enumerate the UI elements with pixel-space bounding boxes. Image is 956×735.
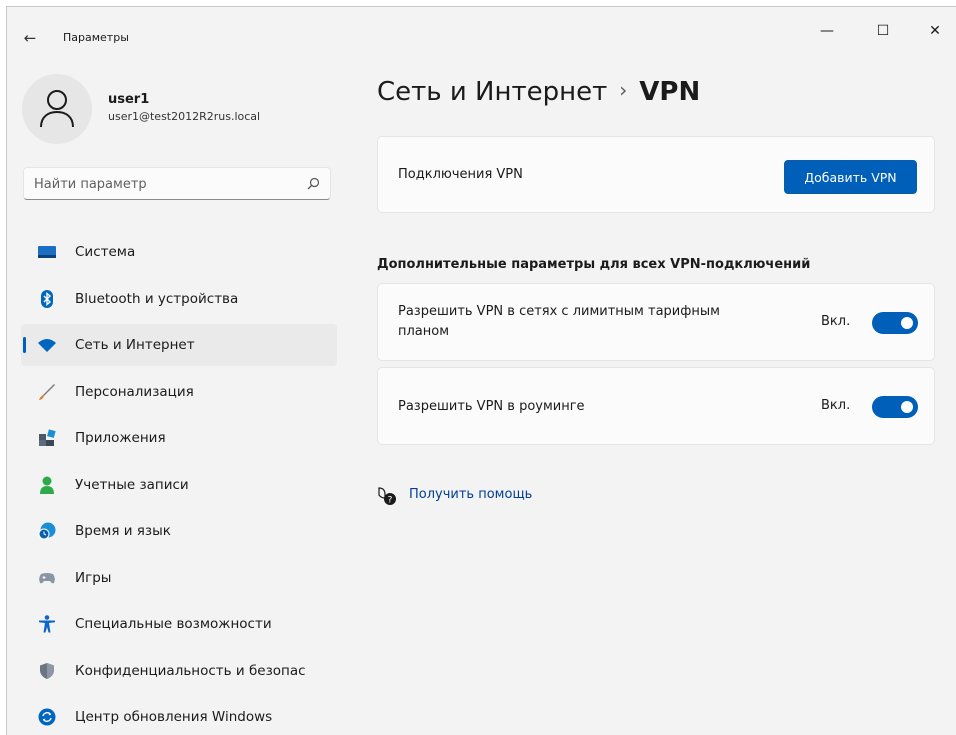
section-title: Дополнительные параметры для всех VPN-по…: [377, 257, 811, 272]
search-icon[interactable]: [307, 177, 320, 190]
sidebar-item-label: Учетные записи: [75, 476, 189, 493]
update-icon: [38, 708, 56, 726]
user-profile[interactable]: user1 user1@test2012R2rus.local: [22, 74, 322, 144]
globe-clock-icon: [38, 522, 56, 540]
apps-icon: [39, 429, 56, 446]
sidebar-item-gaming[interactable]: Игры: [21, 557, 337, 599]
breadcrumb-separator: ›: [619, 78, 628, 102]
maximize-button[interactable]: ☐: [863, 17, 903, 45]
sidebar-item-accessibility[interactable]: Специальные возможности: [21, 603, 337, 645]
search-box[interactable]: [23, 167, 331, 200]
active-indicator: [23, 337, 26, 353]
sidebar-item-apps[interactable]: Приложения: [21, 417, 337, 459]
sidebar-item-label: Время и язык: [75, 523, 171, 539]
roaming-vpn-label: Разрешить VPN в роуминге: [398, 399, 585, 414]
breadcrumb: Сеть и Интернет › VPN: [377, 77, 700, 107]
shield-icon: [40, 662, 54, 679]
get-help-label: Получить помощь: [409, 487, 533, 502]
app-title: Параметры: [63, 31, 129, 44]
page-title: VPN: [639, 77, 701, 107]
metered-vpn-label: Разрешить VPN в сетях с лимитным тарифны…: [398, 304, 720, 339]
sidebar-item-system[interactable]: Система: [21, 231, 337, 273]
person-icon: [40, 476, 54, 494]
close-button[interactable]: ✕: [915, 17, 955, 45]
sidebar-item-windows-update[interactable]: Центр обновления Windows: [21, 696, 337, 735]
roaming-vpn-toggle[interactable]: [872, 396, 918, 418]
sidebar-item-label: Персонализация: [75, 383, 194, 400]
sidebar-item-label: Сеть и Интернет: [75, 337, 195, 353]
metered-vpn-toggle[interactable]: [872, 312, 918, 334]
vpn-connections-label: Подключения VPN: [398, 167, 523, 182]
sidebar-item-bluetooth[interactable]: Bluetooth и устройства: [21, 278, 337, 320]
brush-icon: [39, 383, 55, 400]
roaming-vpn-card: Разрешить VPN в роуминге Вкл.: [377, 367, 935, 445]
gamepad-icon: [39, 572, 55, 583]
wifi-icon: [38, 339, 56, 352]
sidebar-item-label: Центр обновления Windows: [75, 709, 273, 725]
sidebar-item-label: Приложения: [75, 430, 166, 446]
accessibility-icon: [39, 615, 55, 633]
user-name: user1: [108, 92, 150, 107]
minimize-button[interactable]: —: [807, 17, 847, 45]
sidebar-item-privacy[interactable]: Конфиденциальность и безопас: [21, 650, 337, 692]
toggle-knob: [901, 401, 913, 413]
breadcrumb-parent[interactable]: Сеть и Интернет: [377, 77, 607, 107]
toggle-knob: [901, 317, 913, 329]
sidebar-item-network[interactable]: Сеть и Интернет: [21, 324, 337, 366]
metered-vpn-state: Вкл.: [821, 314, 851, 329]
svg-text:?: ?: [388, 496, 393, 506]
help-chat-icon: ?: [378, 487, 396, 506]
sidebar-item-time-language[interactable]: Время и язык: [21, 510, 337, 552]
vpn-connections-card: Подключения VPN Добавить VPN: [377, 136, 935, 213]
back-arrow-icon[interactable]: ←: [19, 27, 41, 49]
person-icon: [40, 90, 74, 128]
bluetooth-icon: [41, 289, 53, 308]
roaming-vpn-state: Вкл.: [821, 398, 851, 413]
sidebar-item-accounts[interactable]: Учетные записи: [21, 464, 337, 506]
monitor-icon: [38, 246, 56, 258]
sidebar-item-label: Bluetooth и устройства: [75, 290, 239, 307]
sidebar-item-personalization[interactable]: Персонализация: [21, 371, 337, 413]
metered-vpn-card: Разрешить VPN в сетях с лимитным тарифны…: [377, 283, 935, 361]
settings-window: ← Параметры — ☐ ✕ user1 user1@test2012R2…: [6, 6, 956, 735]
user-email: user1@test2012R2rus.local: [108, 110, 261, 123]
avatar: [22, 74, 92, 144]
sidebar-item-label: Специальные возможности: [75, 616, 272, 632]
sidebar-item-label: Система: [75, 244, 136, 260]
add-vpn-button[interactable]: Добавить VPN: [784, 160, 917, 194]
title-bar: ← Параметры — ☐ ✕: [7, 7, 956, 63]
sidebar-item-label: Игры: [75, 569, 112, 586]
sidebar-item-label: Конфиденциальность и безопас: [75, 662, 306, 679]
sidebar-nav: Система Bluetooth и устройства Сеть и Ин…: [21, 231, 337, 735]
search-input[interactable]: [34, 174, 284, 194]
